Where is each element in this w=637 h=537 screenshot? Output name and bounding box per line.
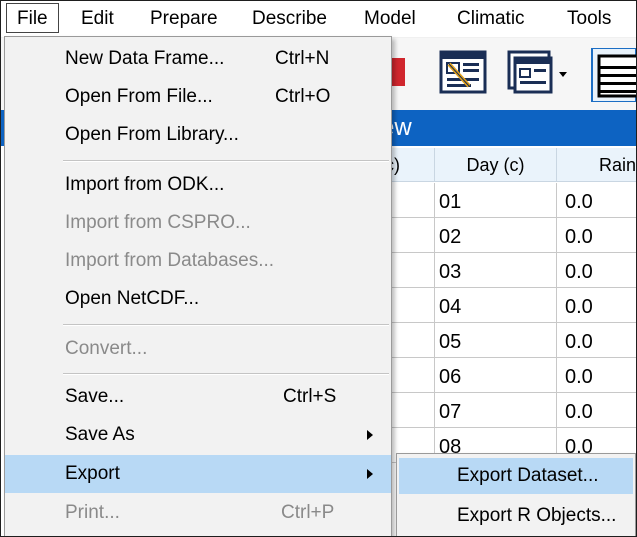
menu-item-export-r-objects[interactable]: Export R Objects... <box>399 498 633 534</box>
menu-tools[interactable]: Tools <box>567 5 611 33</box>
menu-item-label: Open From File... <box>65 86 213 107</box>
menu-model[interactable]: Model <box>364 5 416 33</box>
menu-climatic[interactable]: Climatic <box>457 5 525 33</box>
column-header-day[interactable]: Day (c) <box>435 148 557 182</box>
grid-cell-day[interactable]: 07 <box>435 393 557 428</box>
menu-item-label: Save... <box>65 386 125 407</box>
menu-item-print: Print... Ctrl+P <box>5 495 391 531</box>
grid-cell-rain[interactable]: 0.0 <box>557 288 636 323</box>
menu-item-save[interactable]: Save... Ctrl+S <box>5 379 391 415</box>
grid-cell-rain[interactable]: 0.0 <box>557 183 636 218</box>
submenu-arrow-icon <box>367 469 373 479</box>
menu-item-shortcut: Ctrl+P <box>281 502 335 523</box>
menu-item-label: Print... <box>65 502 120 523</box>
menu-item-export[interactable]: Export <box>5 455 391 493</box>
menu-describe[interactable]: Describe <box>252 5 327 33</box>
menu-separator <box>63 324 389 326</box>
grid-cell-day[interactable]: 05 <box>435 323 557 358</box>
menu-item-import-from-cspro: Import from CSPRO... <box>5 205 391 241</box>
submenu-arrow-icon <box>367 430 373 440</box>
grid-cell-rain[interactable]: 0.0 <box>557 218 636 253</box>
grid-cell-day[interactable]: 04 <box>435 288 557 323</box>
grid-cell-day[interactable]: 01 <box>435 183 557 218</box>
menu-edit[interactable]: Edit <box>81 5 114 33</box>
grid-cell-day[interactable]: 02 <box>435 218 557 253</box>
data-view-icon[interactable] <box>591 47 636 103</box>
application-window: File Edit Prepare Describe Model Climati… <box>0 0 637 537</box>
menu-item-label: New Data Frame... <box>65 48 225 69</box>
menu-file[interactable]: File <box>6 3 59 33</box>
menu-item-new-data-frame[interactable]: New Data Frame... Ctrl+N <box>5 41 391 77</box>
grid-cell-rain[interactable]: 0.0 <box>557 393 636 428</box>
menu-item-convert: Convert... <box>5 331 391 367</box>
menu-item-import-from-databases: Import from Databases... <box>5 243 391 279</box>
windows-dropdown-icon[interactable] <box>507 48 569 96</box>
dialog-editor-icon[interactable] <box>439 48 489 96</box>
menu-item-label: Export Dataset... <box>457 465 599 486</box>
menu-item-label: Import from Databases... <box>65 250 275 271</box>
menu-separator <box>63 373 389 375</box>
grid-cell-rain[interactable]: 0.0 <box>557 253 636 288</box>
menu-item-label: Open NetCDF... <box>65 288 200 309</box>
menu-item-label: Open From Library... <box>65 124 239 145</box>
grid-cell-rain[interactable]: 0.0 <box>557 358 636 393</box>
menu-item-export-dataset[interactable]: Export Dataset... <box>399 458 633 494</box>
menu-item-open-from-file[interactable]: Open From File... Ctrl+O <box>5 79 391 115</box>
menu-bar: File Edit Prepare Describe Model Climati… <box>1 1 636 38</box>
menu-item-label: Convert... <box>65 338 148 359</box>
menu-item-shortcut: Ctrl+N <box>275 48 330 69</box>
menu-item-open-netcdf[interactable]: Open NetCDF... <box>5 281 391 317</box>
menu-item-label: Import from CSPRO... <box>65 212 251 233</box>
menu-item-label: Export R Objects... <box>457 505 617 526</box>
grid-cell-day[interactable]: 03 <box>435 253 557 288</box>
file-menu-dropdown: New Data Frame... Ctrl+N Open From File.… <box>4 36 392 536</box>
menu-item-shortcut: Ctrl+S <box>283 386 337 407</box>
menu-item-import-from-odk[interactable]: Import from ODK... <box>5 167 391 203</box>
menu-separator <box>63 160 389 162</box>
menu-item-shortcut: Ctrl+O <box>275 86 331 107</box>
export-submenu: Export Dataset... Export R Objects... <box>396 453 636 536</box>
menu-item-label: Save As <box>65 424 135 445</box>
grid-cell-day[interactable]: 06 <box>435 358 557 393</box>
menu-item-label: Import from ODK... <box>65 174 225 195</box>
menu-prepare[interactable]: Prepare <box>150 5 218 33</box>
column-header-rain[interactable]: Rain <box>557 148 636 182</box>
grid-cell-rain[interactable]: 0.0 <box>557 323 636 358</box>
menu-item-label: Export <box>65 463 120 484</box>
menu-item-open-from-library[interactable]: Open From Library... <box>5 117 391 153</box>
red-toolbar-icon[interactable] <box>391 48 407 96</box>
menu-item-save-as[interactable]: Save As <box>5 417 391 453</box>
